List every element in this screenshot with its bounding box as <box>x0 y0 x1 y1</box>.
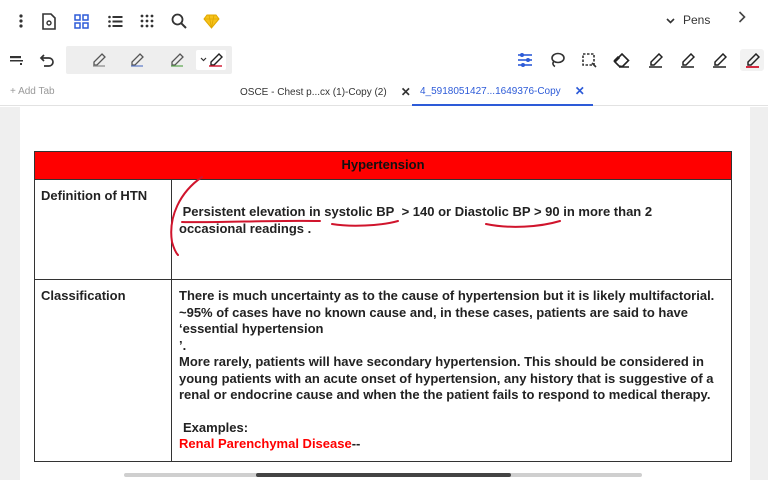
table-title: Hypertension <box>34 151 732 180</box>
lasso-icon[interactable] <box>546 49 568 71</box>
chevron-down-icon <box>666 13 675 27</box>
pen-icon[interactable] <box>166 50 188 70</box>
pen-icon[interactable] <box>708 49 730 71</box>
pen-presets <box>66 46 232 74</box>
pen-icon[interactable] <box>88 50 110 70</box>
search-icon[interactable] <box>168 10 190 32</box>
pen-icon[interactable] <box>126 50 148 70</box>
table-row: Definition of HTN Persistent elevation i… <box>34 179 732 280</box>
tab-label: 4_5918051427...1649376-Copy <box>420 85 561 97</box>
pen-icon[interactable] <box>644 49 666 71</box>
eraser-icon[interactable] <box>610 49 632 71</box>
close-icon[interactable]: ✕ <box>401 85 411 99</box>
scroll-thumb[interactable] <box>256 473 511 477</box>
list-icon[interactable] <box>104 10 126 32</box>
sliders-icon[interactable] <box>514 49 536 71</box>
pen-toolbar <box>0 44 768 76</box>
classification-para-2: More rarely, patients will have secondar… <box>179 354 714 402</box>
tab-label: OSCE - Chest p...cx (1)-Copy (2) <box>240 86 387 98</box>
highlighter-icon[interactable] <box>6 49 28 71</box>
row-content: Persistent elevation in systolic BP > 14… <box>171 179 732 280</box>
row-label: Classification <box>34 279 172 462</box>
document-viewport[interactable]: Hypertension Definition of HTN Persisten… <box>0 107 768 480</box>
tab-bar: + Add Tab OSCE - Chest p...cx (1)-Copy (… <box>0 78 768 106</box>
pens-label: Pens <box>683 13 711 27</box>
examples-label: Examples: <box>183 419 249 435</box>
tab-hypertension-copy[interactable]: 4_5918051427...1649376-Copy ✕ <box>412 78 593 106</box>
definition-line: Persistent elevation in systolic BP > 14… <box>182 204 653 219</box>
document-icon[interactable] <box>38 10 60 32</box>
diamond-icon[interactable] <box>200 10 222 32</box>
select-icon[interactable] <box>578 49 600 71</box>
add-tab-button[interactable]: + Add Tab <box>10 86 55 97</box>
example-item: Renal Parenchymal Disease-- <box>179 436 361 451</box>
classification-para-1-end: ’. <box>179 337 187 353</box>
row-label: Definition of HTN <box>34 179 172 280</box>
hypertension-table: Hypertension Definition of HTN Persisten… <box>34 151 732 462</box>
row-content: There is much uncertainty as to the caus… <box>171 279 732 462</box>
pens-dropdown[interactable]: Pens <box>666 13 710 27</box>
table-row: Classification There is much uncertainty… <box>34 279 732 462</box>
grid-icon[interactable] <box>70 10 92 32</box>
top-toolbar: Pens <box>0 0 768 44</box>
horizontal-scrollbar[interactable] <box>0 470 768 480</box>
pen-icon[interactable] <box>676 49 698 71</box>
definition-line-2: occasional readings . <box>179 220 312 236</box>
pen-icon[interactable] <box>196 50 226 70</box>
pen-icon[interactable] <box>740 49 764 71</box>
classification-para-1: There is much uncertainty as to the caus… <box>179 288 715 336</box>
close-icon[interactable]: ✕ <box>575 84 585 98</box>
document-page: Hypertension Definition of HTN Persisten… <box>20 107 750 480</box>
more-vertical-icon[interactable] <box>10 10 32 32</box>
undo-icon[interactable] <box>36 49 58 71</box>
chevron-right-icon[interactable] <box>738 10 746 28</box>
apps-icon[interactable] <box>136 10 158 32</box>
tab-osce-chest[interactable]: OSCE - Chest p...cx (1)-Copy (2) ✕ <box>240 78 411 106</box>
